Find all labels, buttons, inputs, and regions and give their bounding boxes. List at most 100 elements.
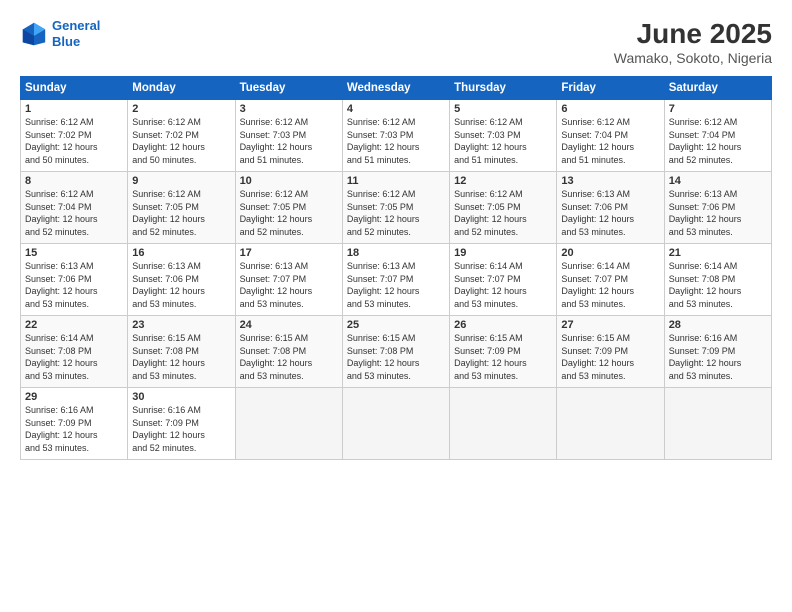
col-header-friday: Friday [557, 77, 664, 100]
day-info: Sunrise: 6:13 AM Sunset: 7:06 PM Dayligh… [25, 260, 123, 310]
table-row: 7Sunrise: 6:12 AM Sunset: 7:04 PM Daylig… [664, 100, 771, 172]
day-info: Sunrise: 6:15 AM Sunset: 7:08 PM Dayligh… [132, 332, 230, 382]
table-row: 9Sunrise: 6:12 AM Sunset: 7:05 PM Daylig… [128, 172, 235, 244]
day-info: Sunrise: 6:14 AM Sunset: 7:08 PM Dayligh… [25, 332, 123, 382]
day-info: Sunrise: 6:12 AM Sunset: 7:04 PM Dayligh… [561, 116, 659, 166]
table-row [557, 388, 664, 460]
col-header-sunday: Sunday [21, 77, 128, 100]
table-row: 10Sunrise: 6:12 AM Sunset: 7:05 PM Dayli… [235, 172, 342, 244]
day-info: Sunrise: 6:14 AM Sunset: 7:08 PM Dayligh… [669, 260, 767, 310]
title-block: June 2025 Wamako, Sokoto, Nigeria [614, 18, 772, 66]
day-number: 9 [132, 175, 230, 187]
logo: General Blue [20, 18, 100, 49]
day-info: Sunrise: 6:14 AM Sunset: 7:07 PM Dayligh… [454, 260, 552, 310]
table-row: 4Sunrise: 6:12 AM Sunset: 7:03 PM Daylig… [342, 100, 449, 172]
week-row-1: 1Sunrise: 6:12 AM Sunset: 7:02 PM Daylig… [21, 100, 772, 172]
day-info: Sunrise: 6:15 AM Sunset: 7:09 PM Dayligh… [454, 332, 552, 382]
day-number: 3 [240, 103, 338, 115]
day-number: 29 [25, 391, 123, 403]
table-row: 11Sunrise: 6:12 AM Sunset: 7:05 PM Dayli… [342, 172, 449, 244]
table-row: 19Sunrise: 6:14 AM Sunset: 7:07 PM Dayli… [450, 244, 557, 316]
table-row: 3Sunrise: 6:12 AM Sunset: 7:03 PM Daylig… [235, 100, 342, 172]
week-row-3: 15Sunrise: 6:13 AM Sunset: 7:06 PM Dayli… [21, 244, 772, 316]
day-number: 28 [669, 319, 767, 331]
day-number: 23 [132, 319, 230, 331]
day-info: Sunrise: 6:13 AM Sunset: 7:06 PM Dayligh… [132, 260, 230, 310]
table-row: 25Sunrise: 6:15 AM Sunset: 7:08 PM Dayli… [342, 316, 449, 388]
table-row: 20Sunrise: 6:14 AM Sunset: 7:07 PM Dayli… [557, 244, 664, 316]
table-row: 2Sunrise: 6:12 AM Sunset: 7:02 PM Daylig… [128, 100, 235, 172]
table-row [342, 388, 449, 460]
day-number: 30 [132, 391, 230, 403]
week-row-4: 22Sunrise: 6:14 AM Sunset: 7:08 PM Dayli… [21, 316, 772, 388]
day-number: 19 [454, 247, 552, 259]
day-info: Sunrise: 6:16 AM Sunset: 7:09 PM Dayligh… [132, 404, 230, 454]
table-row: 26Sunrise: 6:15 AM Sunset: 7:09 PM Dayli… [450, 316, 557, 388]
day-info: Sunrise: 6:15 AM Sunset: 7:08 PM Dayligh… [240, 332, 338, 382]
day-number: 10 [240, 175, 338, 187]
day-info: Sunrise: 6:12 AM Sunset: 7:03 PM Dayligh… [347, 116, 445, 166]
table-row: 22Sunrise: 6:14 AM Sunset: 7:08 PM Dayli… [21, 316, 128, 388]
table-row: 1Sunrise: 6:12 AM Sunset: 7:02 PM Daylig… [21, 100, 128, 172]
day-info: Sunrise: 6:13 AM Sunset: 7:07 PM Dayligh… [347, 260, 445, 310]
table-row: 27Sunrise: 6:15 AM Sunset: 7:09 PM Dayli… [557, 316, 664, 388]
header-row: SundayMondayTuesdayWednesdayThursdayFrid… [21, 77, 772, 100]
day-number: 8 [25, 175, 123, 187]
table-row: 23Sunrise: 6:15 AM Sunset: 7:08 PM Dayli… [128, 316, 235, 388]
table-row: 21Sunrise: 6:14 AM Sunset: 7:08 PM Dayli… [664, 244, 771, 316]
day-info: Sunrise: 6:13 AM Sunset: 7:06 PM Dayligh… [561, 188, 659, 238]
table-row: 24Sunrise: 6:15 AM Sunset: 7:08 PM Dayli… [235, 316, 342, 388]
table-row: 5Sunrise: 6:12 AM Sunset: 7:03 PM Daylig… [450, 100, 557, 172]
day-info: Sunrise: 6:13 AM Sunset: 7:06 PM Dayligh… [669, 188, 767, 238]
col-header-tuesday: Tuesday [235, 77, 342, 100]
day-number: 6 [561, 103, 659, 115]
day-info: Sunrise: 6:12 AM Sunset: 7:04 PM Dayligh… [669, 116, 767, 166]
day-info: Sunrise: 6:15 AM Sunset: 7:08 PM Dayligh… [347, 332, 445, 382]
day-info: Sunrise: 6:12 AM Sunset: 7:05 PM Dayligh… [347, 188, 445, 238]
day-number: 26 [454, 319, 552, 331]
day-info: Sunrise: 6:12 AM Sunset: 7:05 PM Dayligh… [454, 188, 552, 238]
week-row-5: 29Sunrise: 6:16 AM Sunset: 7:09 PM Dayli… [21, 388, 772, 460]
day-number: 18 [347, 247, 445, 259]
day-number: 13 [561, 175, 659, 187]
table-row [235, 388, 342, 460]
table-row: 17Sunrise: 6:13 AM Sunset: 7:07 PM Dayli… [235, 244, 342, 316]
header: General Blue June 2025 Wamako, Sokoto, N… [20, 18, 772, 66]
day-number: 24 [240, 319, 338, 331]
day-info: Sunrise: 6:12 AM Sunset: 7:02 PM Dayligh… [132, 116, 230, 166]
day-number: 11 [347, 175, 445, 187]
calendar-table: SundayMondayTuesdayWednesdayThursdayFrid… [20, 76, 772, 460]
day-number: 21 [669, 247, 767, 259]
day-number: 20 [561, 247, 659, 259]
main-title: June 2025 [614, 18, 772, 50]
col-header-wednesday: Wednesday [342, 77, 449, 100]
table-row: 14Sunrise: 6:13 AM Sunset: 7:06 PM Dayli… [664, 172, 771, 244]
day-info: Sunrise: 6:16 AM Sunset: 7:09 PM Dayligh… [25, 404, 123, 454]
table-row: 28Sunrise: 6:16 AM Sunset: 7:09 PM Dayli… [664, 316, 771, 388]
day-info: Sunrise: 6:16 AM Sunset: 7:09 PM Dayligh… [669, 332, 767, 382]
week-row-2: 8Sunrise: 6:12 AM Sunset: 7:04 PM Daylig… [21, 172, 772, 244]
col-header-monday: Monday [128, 77, 235, 100]
col-header-thursday: Thursday [450, 77, 557, 100]
day-info: Sunrise: 6:15 AM Sunset: 7:09 PM Dayligh… [561, 332, 659, 382]
table-row: 16Sunrise: 6:13 AM Sunset: 7:06 PM Dayli… [128, 244, 235, 316]
day-number: 12 [454, 175, 552, 187]
day-number: 17 [240, 247, 338, 259]
day-info: Sunrise: 6:13 AM Sunset: 7:07 PM Dayligh… [240, 260, 338, 310]
table-row: 15Sunrise: 6:13 AM Sunset: 7:06 PM Dayli… [21, 244, 128, 316]
day-info: Sunrise: 6:12 AM Sunset: 7:02 PM Dayligh… [25, 116, 123, 166]
day-number: 7 [669, 103, 767, 115]
table-row [450, 388, 557, 460]
day-number: 22 [25, 319, 123, 331]
table-row: 8Sunrise: 6:12 AM Sunset: 7:04 PM Daylig… [21, 172, 128, 244]
day-number: 25 [347, 319, 445, 331]
table-row: 30Sunrise: 6:16 AM Sunset: 7:09 PM Dayli… [128, 388, 235, 460]
table-row: 6Sunrise: 6:12 AM Sunset: 7:04 PM Daylig… [557, 100, 664, 172]
day-number: 5 [454, 103, 552, 115]
day-number: 27 [561, 319, 659, 331]
day-number: 14 [669, 175, 767, 187]
logo-icon [20, 20, 48, 48]
logo-text: General Blue [52, 18, 100, 49]
day-number: 2 [132, 103, 230, 115]
table-row: 18Sunrise: 6:13 AM Sunset: 7:07 PM Dayli… [342, 244, 449, 316]
